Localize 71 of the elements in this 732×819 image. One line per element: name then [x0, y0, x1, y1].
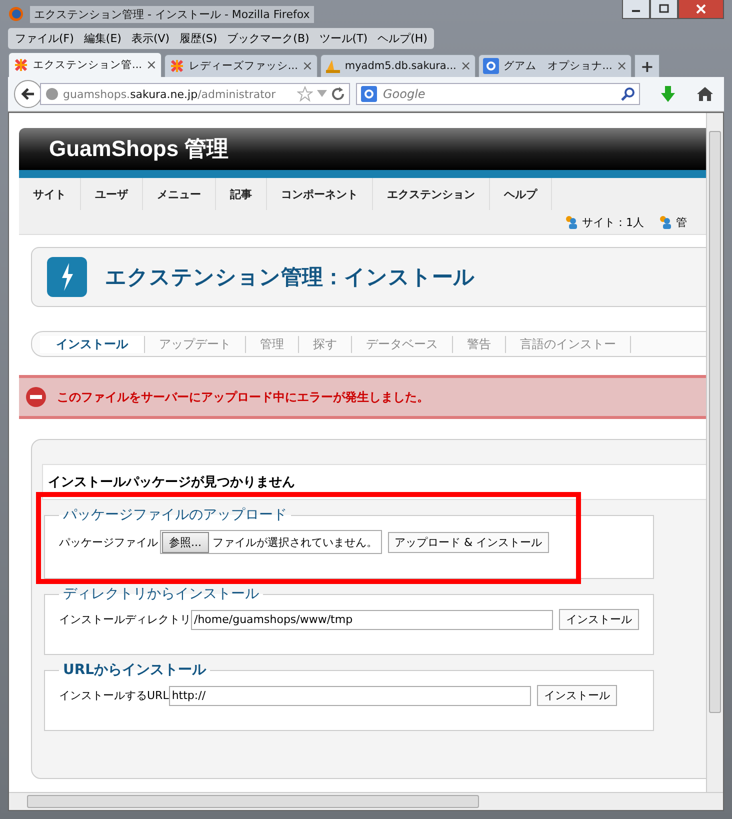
menu-item[interactable]: ファイル(F): [10, 30, 79, 47]
field-label: インストールディレクトリ: [59, 612, 191, 627]
browser-tab[interactable]: グアム オプショナ... ×: [478, 54, 632, 77]
nav-menu-item[interactable]: 記事: [216, 178, 267, 210]
nav-menu-item[interactable]: コンポーネント: [267, 178, 373, 210]
minimize-button[interactable]: [622, 0, 650, 19]
search-bar[interactable]: Google: [356, 83, 640, 105]
field-label: パッケージファイル: [59, 534, 158, 550]
sail-logo-icon: [324, 58, 341, 74]
text-input[interactable]: http://: [168, 686, 531, 706]
no-entry-icon: [25, 386, 47, 408]
browser-logo-icon: [8, 6, 24, 22]
browser-tab[interactable]: エクステンション管... ×: [8, 52, 162, 77]
status-text: サイト：1人: [582, 214, 644, 230]
horizontal-scrollbar[interactable]: [9, 792, 723, 810]
nav-menu-item[interactable]: ヘルプ: [490, 178, 552, 210]
globe-icon: [45, 87, 59, 101]
star-logo-icon: [13, 57, 29, 73]
submenu-tab[interactable]: インストール: [40, 336, 145, 352]
star-logo-icon: [168, 58, 185, 74]
close-button[interactable]: [678, 0, 724, 19]
users-icon: [564, 215, 578, 229]
maximize-icon: [659, 4, 669, 14]
tab-close-button[interactable]: ×: [302, 58, 313, 74]
error-text: このファイルをサーバーにアップロード中にエラーが発生しました。: [57, 388, 429, 406]
status-text: 管: [676, 214, 687, 230]
nav-menu-item[interactable]: ユーザ: [81, 178, 143, 210]
nav-menu-item[interactable]: エクステンション: [373, 178, 490, 210]
download-arrow-icon[interactable]: [660, 85, 676, 103]
window-title: エクステンション管理 - インストール - Mozilla Firefox: [30, 6, 314, 22]
browser-tab[interactable]: myadm5.db.sakura... ×: [320, 54, 476, 77]
menu-item[interactable]: 履歴(S): [174, 30, 222, 47]
g-logo-icon: [483, 58, 500, 74]
install-button[interactable]: インストール: [536, 685, 617, 706]
browse-button[interactable]: 参照...: [162, 532, 208, 552]
upload-install-button[interactable]: アップロード & インストール: [388, 532, 550, 552]
nav-menu-item[interactable]: サイト: [19, 178, 81, 210]
submenu-tab[interactable]: 管理: [246, 336, 299, 352]
menu-item[interactable]: ツール(T): [314, 30, 373, 47]
menu-item[interactable]: ヘルプ(H): [372, 30, 432, 47]
field-label: インストールするURL: [59, 688, 169, 703]
menu-item[interactable]: ブックマーク(B): [222, 30, 314, 47]
address-bar[interactable]: guamshops.sakura.ne.jp/administrator: [40, 83, 350, 105]
lightning-icon: [47, 257, 87, 297]
tab-close-button[interactable]: ×: [146, 58, 157, 72]
nav-menu-item[interactable]: メニュー: [143, 178, 216, 210]
install-button[interactable]: インストール: [559, 609, 639, 630]
search-icon[interactable]: [621, 87, 635, 101]
text-input[interactable]: /home/guamshops/www/tmp: [191, 610, 553, 630]
browser-tab[interactable]: レディーズファッシ... ×: [164, 54, 318, 77]
home-icon[interactable]: [696, 86, 714, 102]
close-icon: [696, 4, 706, 14]
file-status: ファイルが選択されていません。: [212, 534, 378, 550]
back-button[interactable]: [14, 80, 42, 108]
star-icon[interactable]: [297, 86, 313, 102]
site-title: GuamShops 管理: [49, 135, 229, 163]
tab-close-button[interactable]: ×: [616, 58, 628, 74]
reload-icon[interactable]: [331, 87, 345, 101]
file-picker[interactable]: 参照... ファイルが選択されていません。: [160, 530, 382, 554]
maximize-button[interactable]: [650, 0, 678, 19]
g-logo-icon: [361, 86, 377, 102]
page-title: エクステンション管理：インストール: [105, 264, 475, 291]
menu-item[interactable]: 表示(V): [126, 30, 175, 47]
group-legend: パッケージファイルのアップロード: [59, 506, 291, 524]
menu-item[interactable]: 編集(E): [78, 30, 126, 47]
group-legend: ディレクトリからインストール: [59, 585, 263, 603]
vertical-scrollbar[interactable]: [706, 113, 723, 792]
group-legend: URLからインストール: [59, 661, 210, 679]
new-tab-button[interactable]: +: [634, 54, 660, 77]
users-icon: [658, 215, 672, 229]
tab-close-button[interactable]: ×: [460, 58, 472, 74]
